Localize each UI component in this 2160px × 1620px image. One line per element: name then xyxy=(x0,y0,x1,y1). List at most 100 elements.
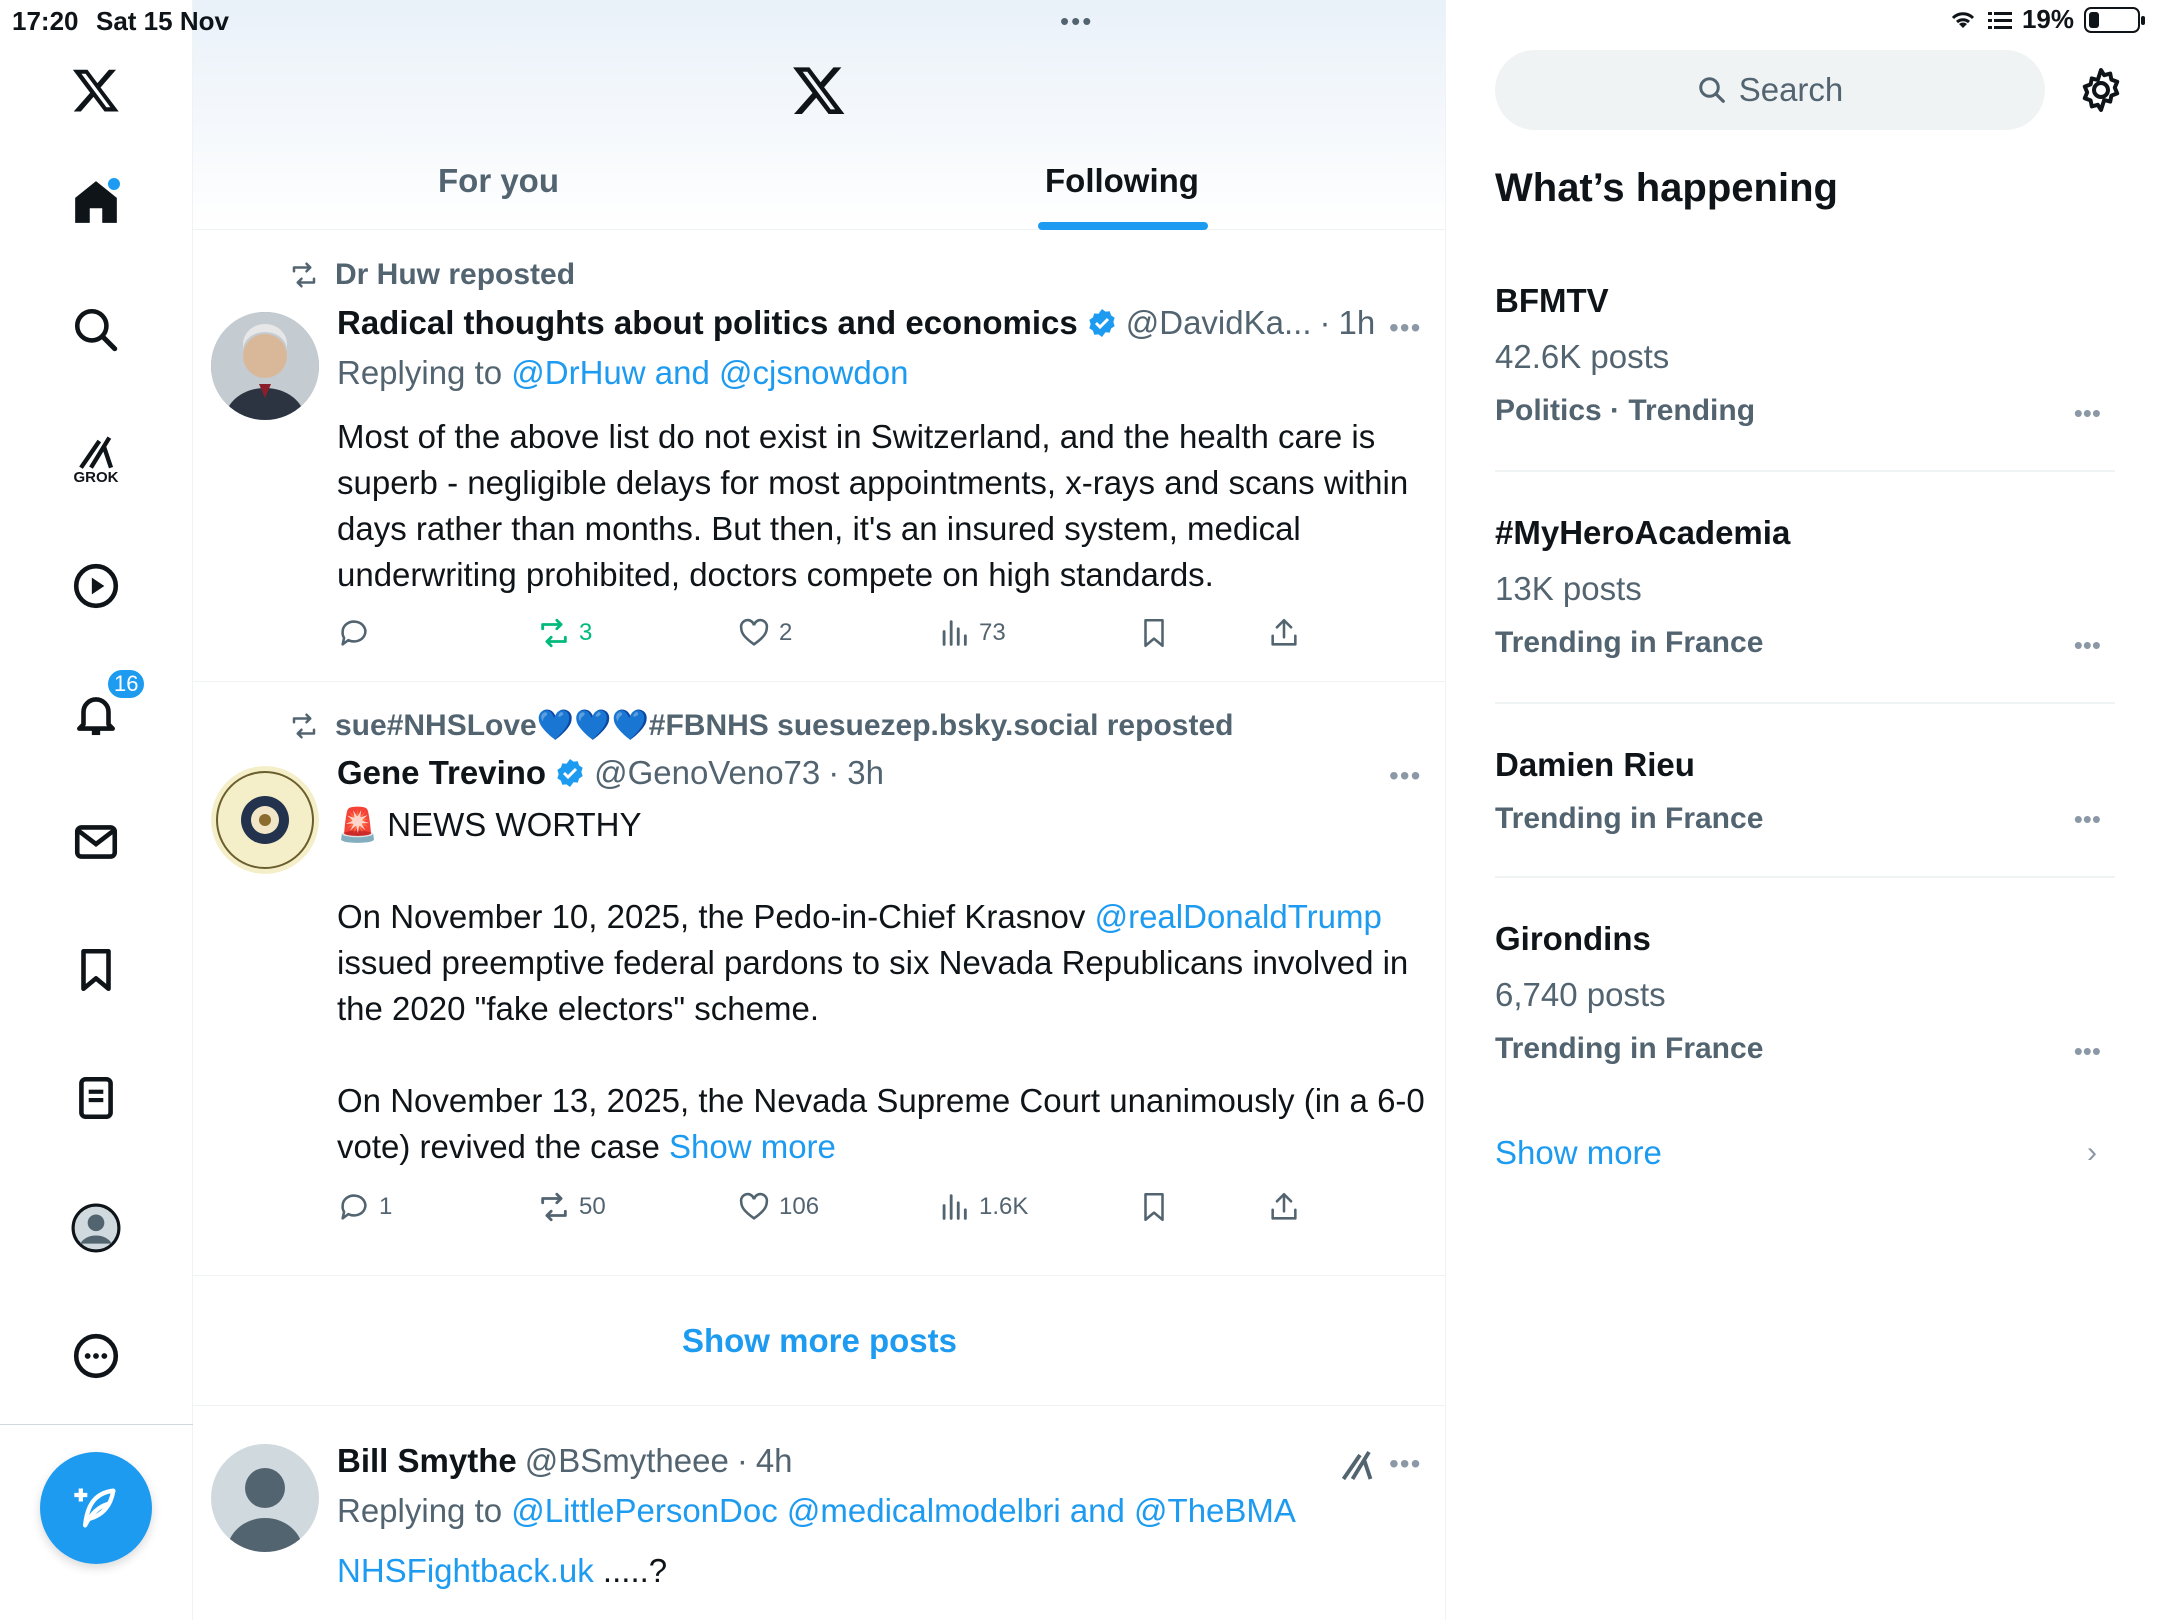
repost-button[interactable]: 50 xyxy=(537,1190,606,1224)
repost-count: 50 xyxy=(579,1193,606,1220)
profile-icon[interactable] xyxy=(54,1186,138,1270)
share-button[interactable] xyxy=(1267,1190,1301,1224)
mail-icon[interactable] xyxy=(54,800,138,884)
share-button[interactable] xyxy=(1267,616,1301,650)
like-button[interactable]: 106 xyxy=(737,1190,819,1224)
avatar[interactable] xyxy=(211,312,319,420)
tab-for-you[interactable]: For you xyxy=(438,162,559,200)
compose-icon xyxy=(74,1488,116,1528)
post-bill-smythe[interactable]: Bill Smythe @BSmytheee · 4h ••• Replying… xyxy=(193,1406,1445,1620)
post-radical-thoughts[interactable]: Dr Huw reposted Radical thoughts about p… xyxy=(193,232,1445,682)
trend-item[interactable]: #MyHeroAcademia 13K posts Trending in Fr… xyxy=(1495,514,2115,660)
trend-item[interactable]: Girondins 6,740 posts Trending in France… xyxy=(1495,920,2115,1066)
bookmark-icon[interactable] xyxy=(54,928,138,1012)
trend-divider xyxy=(1495,470,2115,472)
post-link[interactable]: NHSFightback.uk xyxy=(337,1552,594,1589)
para2-text-rest: issued preemptive federal pardons to six… xyxy=(337,944,1409,1027)
x-logo-icon[interactable] xyxy=(54,48,138,132)
grok-icon[interactable]: GROK xyxy=(54,416,138,500)
avatar[interactable] xyxy=(211,1444,319,1552)
views-button[interactable]: 1.6K xyxy=(937,1190,1028,1224)
reply-button[interactable] xyxy=(337,616,379,650)
trend-more-icon[interactable]: ••• xyxy=(2074,1036,2101,1067)
replying-to-handles[interactable]: @DrHuw and @cjsnowdon xyxy=(511,354,908,391)
bell-icon[interactable]: 16 xyxy=(54,668,147,756)
trend-meta: Trending in France xyxy=(1495,802,1764,835)
like-button[interactable]: 2 xyxy=(737,616,792,650)
more-icon[interactable] xyxy=(54,1314,138,1398)
author-name[interactable]: Radical thoughts about politics and econ… xyxy=(337,304,1078,342)
post-more-icon[interactable]: ••• xyxy=(1389,1448,1421,1480)
repost-indicator: Dr Huw reposted xyxy=(287,258,575,292)
share-icon xyxy=(1271,1192,1297,1220)
trend-item[interactable]: BFMTV 42.6K posts Politics · Trending ••… xyxy=(1495,282,2115,428)
trend-more-icon[interactable]: ••• xyxy=(2074,804,2101,835)
post-more-icon[interactable]: ••• xyxy=(1389,760,1421,792)
author-handle[interactable]: @DavidKa... xyxy=(1126,304,1312,342)
status-date: Sat 15 Nov xyxy=(96,6,229,36)
search-icon xyxy=(1698,77,1725,103)
right-sidebar: Search What’s happening BFMTV 42.6K post… xyxy=(1447,0,2160,1620)
sidebar-show-more-link[interactable]: Show more xyxy=(1495,1134,1662,1172)
author-name[interactable]: Gene Trevino xyxy=(337,754,546,792)
share-icon xyxy=(1271,618,1297,646)
battery-icon xyxy=(2084,6,2145,33)
video-icon[interactable] xyxy=(54,544,138,628)
post-gene-trevino[interactable]: sue#NHSLove💙💙💙#FBNHS suesuezep.bsky.soci… xyxy=(193,682,1445,1276)
post-text-rest: .....? xyxy=(593,1552,668,1589)
post-more-icon[interactable]: ••• xyxy=(1389,312,1421,344)
home-icon[interactable] xyxy=(54,160,138,244)
trend-meta: Politics · Trending xyxy=(1495,394,1756,427)
author-handle[interactable]: @BSmytheee xyxy=(525,1442,729,1480)
compose-button[interactable] xyxy=(40,1452,152,1564)
home-unread-dot xyxy=(108,178,120,190)
replying-to-handles[interactable]: @LittlePersonDoc @medicalmodelbri and @T… xyxy=(511,1492,1296,1529)
trend-more-icon[interactable]: ••• xyxy=(2074,398,2101,429)
author-name[interactable]: Bill Smythe xyxy=(337,1442,517,1480)
trend-divider xyxy=(1495,702,2115,704)
repost-icon xyxy=(292,262,316,288)
list-icon[interactable] xyxy=(54,1056,138,1140)
views-button[interactable]: 73 xyxy=(937,616,1006,650)
gear-icon[interactable] xyxy=(2077,66,2125,114)
trend-more-icon[interactable]: ••• xyxy=(2074,630,2101,661)
chevron-right-icon[interactable]: › xyxy=(2087,1136,2097,1170)
post-time[interactable]: 3h xyxy=(847,754,884,792)
views-icon xyxy=(942,620,967,646)
like-count: 106 xyxy=(779,1193,820,1220)
post-time[interactable]: 1h xyxy=(1339,304,1376,342)
show-more-link[interactable]: Show more xyxy=(669,1128,836,1165)
trend-divider xyxy=(1495,876,2115,878)
reply-button[interactable]: 1 xyxy=(337,1190,392,1224)
bookmark-button[interactable] xyxy=(1137,1190,1171,1224)
repost-by-label: Dr Huw reposted xyxy=(335,258,576,291)
multitask-dots-icon[interactable]: ••• xyxy=(1060,6,1093,37)
mention-link[interactable]: @realDonaldTrump xyxy=(1095,898,1382,935)
tab-following[interactable]: Following xyxy=(1045,162,1199,200)
author-line: Radical thoughts about politics and econ… xyxy=(337,304,1375,342)
trend-item[interactable]: Damien Rieu Trending in France ••• xyxy=(1495,746,2115,836)
like-count: 2 xyxy=(779,619,793,646)
post-time[interactable]: 4h xyxy=(756,1442,793,1480)
reply-icon xyxy=(341,620,367,646)
status-time: 17:20 xyxy=(12,6,79,36)
status-indicators: 19% xyxy=(1948,4,2145,35)
repost-button[interactable]: 3 xyxy=(537,616,592,650)
replying-prefix: Replying to xyxy=(337,1492,512,1529)
reply-count: 1 xyxy=(379,1193,393,1220)
bookmark-button[interactable] xyxy=(1137,616,1171,650)
search-icon[interactable] xyxy=(54,288,138,372)
bookmark-icon xyxy=(1144,618,1164,648)
author-handle[interactable]: @GenoVeno73 xyxy=(594,754,820,792)
repost-icon xyxy=(292,713,316,738)
x-logo-icon[interactable] xyxy=(791,62,847,118)
trend-post-count: 6,740 posts xyxy=(1495,976,1666,1013)
post-line-news: 🚨 NEWS WORTHY xyxy=(337,806,642,843)
search-input[interactable]: Search xyxy=(1495,50,2045,130)
show-more-posts-button[interactable]: Show more posts xyxy=(193,1276,1445,1406)
trend-name: #MyHeroAcademia xyxy=(1495,514,1791,551)
grok-inline-icon[interactable] xyxy=(1339,1446,1375,1482)
avatar[interactable] xyxy=(211,766,319,874)
trend-post-count: 13K posts xyxy=(1495,570,1642,607)
like-icon xyxy=(739,1192,769,1220)
